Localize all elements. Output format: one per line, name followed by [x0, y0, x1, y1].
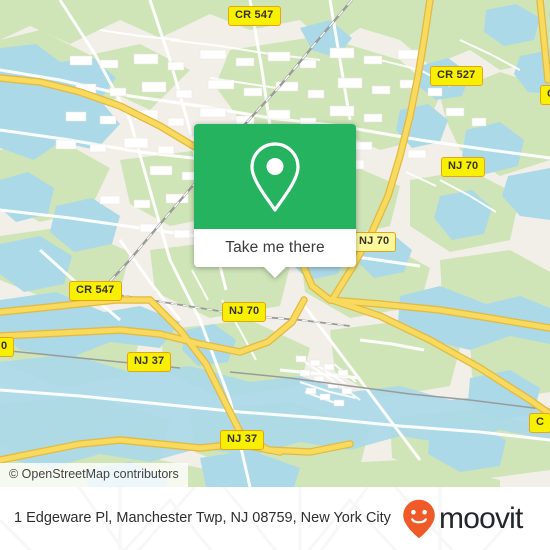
road-shield-clipped-left: 0	[0, 337, 15, 357]
road-shield-cr547-north: CR 547	[228, 6, 281, 26]
moovit-logo: moovit	[402, 499, 523, 539]
road-shield-cr547-west: CR 547	[69, 281, 122, 301]
road-shield-nj70-east: NJ 70	[441, 157, 486, 177]
footer-bar: 1 Edgeware Pl, Manchester Twp, NJ 08759,…	[0, 487, 550, 550]
moovit-pin-smiley-icon	[403, 499, 435, 538]
map-canvas[interactable]: CR 547 CR 527 NJ 70 NJ 70 CR 547 NJ 70 N…	[0, 0, 550, 487]
road-shield-nj37-west: NJ 37	[127, 352, 172, 372]
map-attribution[interactable]: © OpenStreetMap contributors	[0, 463, 188, 487]
road-shield-nj37-south: NJ 37	[220, 430, 265, 450]
brand-wordmark: moovit	[439, 501, 523, 535]
map-pin-icon	[250, 141, 300, 212]
road-shield-nj70-south: NJ 70	[222, 302, 267, 322]
callout-label: Take me there	[225, 239, 325, 256]
road-shield-clipped-right-top: C	[540, 85, 550, 105]
road-shield-clipped-right-low: C	[529, 413, 550, 433]
road-shield-cr527: CR 527	[430, 66, 483, 86]
callout-image-panel	[194, 124, 356, 229]
address-label: 1 Edgeware Pl, Manchester Twp, NJ 08759,…	[14, 509, 391, 526]
attribution-text: © OpenStreetMap contributors	[9, 467, 179, 482]
moovit-map-card: CR 547 CR 527 NJ 70 NJ 70 CR 547 NJ 70 N…	[0, 0, 550, 550]
callout-action-bar[interactable]: Take me there	[194, 229, 356, 278]
callout-tail-pointer	[264, 267, 286, 278]
take-me-there-callout[interactable]: Take me there	[194, 124, 356, 278]
road-shield-nj70-center: NJ 70	[352, 232, 397, 252]
